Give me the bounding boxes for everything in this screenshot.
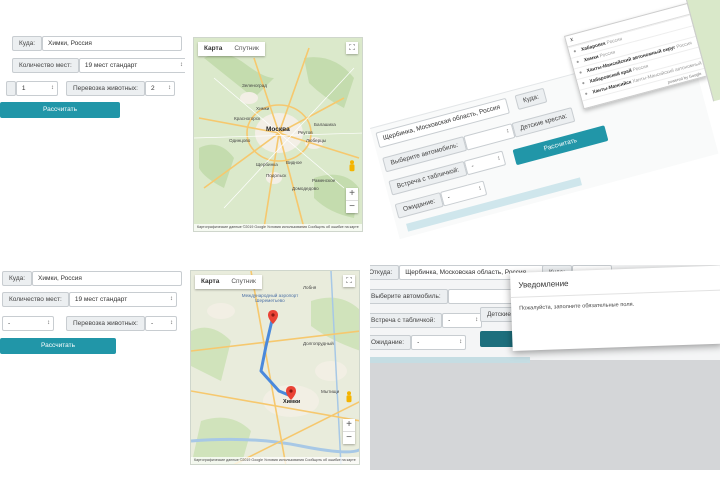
seats-value: 19 мест стандарт <box>84 62 138 69</box>
wait-label: Ожидание: <box>370 335 412 350</box>
notification-modal: Уведомление Пожалуйста, заполните обязат… <box>510 265 720 351</box>
zoom-in-icon[interactable]: + <box>343 419 355 431</box>
city-label: Зеленоград <box>242 83 267 88</box>
city-label: Балашиха <box>314 122 336 127</box>
map-type-tabs: Карта Спутник <box>198 42 265 56</box>
tab-satellite[interactable]: Спутник <box>228 42 265 56</box>
city-label: Видное <box>286 160 302 165</box>
qty-select[interactable]: 1 ↕ <box>15 81 58 96</box>
map-type-tabs: Карта Спутник <box>195 275 262 289</box>
animals-value: 2 <box>150 85 155 92</box>
city-label: Лобня <box>303 285 317 290</box>
meet-sign-select[interactable]: - ↕ <box>442 313 483 328</box>
result-bar <box>370 357 530 363</box>
select-arrow-icon: ↕ <box>47 320 50 326</box>
calculate-button[interactable]: Рассчитать <box>0 338 116 354</box>
city-label: Люберцы <box>306 138 327 143</box>
qty-label <box>6 81 16 96</box>
select-arrow-icon: ↕ <box>505 128 511 135</box>
tab-map[interactable]: Карта <box>195 275 225 289</box>
animals-label: Перевозка животных: <box>66 81 145 96</box>
from-label: Откуда: <box>370 265 400 280</box>
modal-divider <box>510 289 720 298</box>
select-arrow-icon: ↕ <box>475 317 479 323</box>
animals-value: - <box>150 320 154 327</box>
select-arrow-icon: ↕ <box>169 296 173 302</box>
select-arrow-icon: ↕ <box>496 155 502 162</box>
city-label: Красногорск <box>234 116 261 121</box>
zoom-control: + − <box>343 419 355 444</box>
seats-select[interactable]: 19 мест стандарт ↕ <box>78 58 185 73</box>
to-input[interactable]: Химки, Россия <box>32 271 183 286</box>
city-label: Мытищи <box>321 389 340 394</box>
city-label-moscow: Москва <box>266 126 290 133</box>
form-panel-bottom-left: Куда: Химки, Россия Количество мест: 19 … <box>0 268 185 358</box>
select-car-label: Выберите автомобиль: <box>370 289 448 304</box>
city-label: Щербинка <box>256 162 278 167</box>
modal-title: Уведомление <box>518 278 569 290</box>
to-label: Куда: <box>12 36 43 51</box>
zoom-control: + − <box>346 188 358 213</box>
meet-sign-label: Встреча с табличкой: <box>370 313 443 328</box>
map-footer: Картографические данные ©2019 Google Усл… <box>194 224 362 231</box>
map-moscow[interactable]: Карта Спутник ⛶ Зеленоград Химки Москва … <box>193 37 363 232</box>
to-label: Куда: <box>2 271 33 286</box>
city-label: Химки <box>256 106 270 111</box>
map-roads <box>194 38 362 231</box>
zoom-out-icon[interactable]: − <box>343 431 355 444</box>
airport-label: Международный аэропорт Шереметьево <box>241 293 299 303</box>
select-arrow-icon: ↕ <box>459 339 463 345</box>
qty-value: - <box>8 320 11 327</box>
animals-label: Перевозка животных: <box>66 316 145 331</box>
select-arrow-icon: ↕ <box>169 320 173 326</box>
calculate-button[interactable]: Рассчитать <box>0 102 120 118</box>
select-arrow-icon: ↕ <box>477 185 483 192</box>
seats-label: Количество мест: <box>2 292 69 307</box>
city-label-khimki: Химки <box>283 399 301 405</box>
select-arrow-icon: ↕ <box>167 85 171 91</box>
form-panel-top-left: Куда: Химки, Россия Количество мест: 19 … <box>0 30 185 125</box>
zoom-out-icon[interactable]: − <box>346 200 358 213</box>
wait-value: - <box>417 339 420 346</box>
wait-select[interactable]: - ↕ <box>411 335 467 350</box>
qty-value: 1 <box>21 85 26 92</box>
seats-label: Количество мест: <box>12 58 79 73</box>
meet-sign-value: - <box>470 162 475 170</box>
qty-select[interactable]: - ↕ <box>2 316 54 331</box>
select-arrow-icon: ↕ <box>50 85 54 91</box>
meet-sign-value: - <box>448 317 451 324</box>
city-label: Подольск <box>266 173 287 178</box>
tab-satellite[interactable]: Спутник <box>225 275 262 289</box>
seats-value: 19 мест стандарт <box>74 296 128 303</box>
to-input[interactable]: Химки, Россия <box>42 36 183 51</box>
animals-select[interactable]: 2 ↕ <box>144 81 175 96</box>
map-route[interactable]: Карта Спутник ⛶ Международный аэропорт Ш… <box>190 270 360 465</box>
wait-value: - <box>446 193 451 202</box>
fullscreen-icon[interactable]: ⛶ <box>346 42 358 54</box>
city-label: Реутов <box>298 130 313 135</box>
zoom-in-icon[interactable]: + <box>346 188 358 200</box>
city-label: Одинцово <box>229 138 251 143</box>
map-footer: Картографические данные ©2019 Google Усл… <box>191 457 359 464</box>
city-label: Долгопрудный <box>303 341 334 346</box>
form-with-notification: Откуда: Щербинка, Московская область, Ро… <box>370 265 720 470</box>
city-label: Раменское <box>312 178 336 183</box>
select-arrow-icon: ↕ <box>179 62 183 68</box>
animals-select[interactable]: - ↕ <box>144 316 177 331</box>
street-view-pegman-icon[interactable] <box>348 160 356 172</box>
fullscreen-icon[interactable]: ⛶ <box>343 275 355 287</box>
tab-map[interactable]: Карта <box>198 42 228 56</box>
street-view-pegman-icon[interactable] <box>345 391 353 403</box>
modal-message: Пожалуйста, заполните обязательные поля. <box>519 301 635 312</box>
city-label: Домодедово <box>292 186 319 191</box>
seats-select[interactable]: 19 мест стандарт ↕ <box>68 292 177 307</box>
rotated-form-panel: Щербинка, Московская область, Россия Куд… <box>368 0 720 240</box>
autocomplete-typed: х <box>569 36 575 44</box>
